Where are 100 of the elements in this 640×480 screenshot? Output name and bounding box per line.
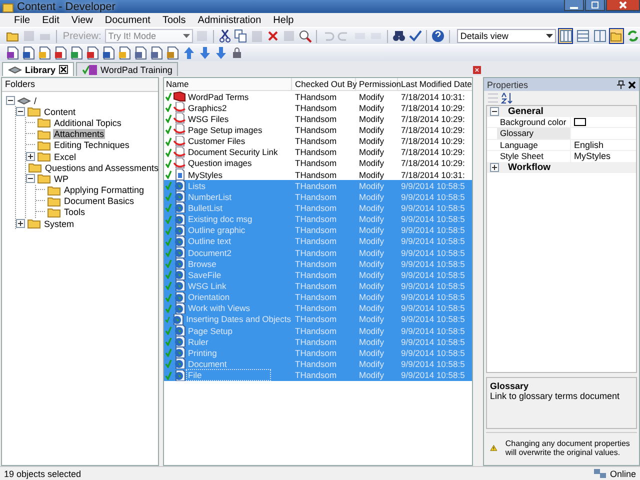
property-name[interactable]: Language [497,140,571,150]
list-row[interactable]: WordPad Terms THandsom Modify 7/18/2014 10:31: [164,91,472,102]
tab[interactable]: WordPad Training [76,62,178,76]
menu-item[interactable]: Document [98,14,156,26]
document-icon[interactable] [102,46,116,60]
document-link-icon [173,124,186,136]
binoculars-icon[interactable] [392,29,406,43]
table-cell-text: 9/9/2014 10:58:5 [400,180,466,191]
name-cell: Question images [187,158,253,168]
help-icon[interactable] [430,29,444,43]
checked-book-icon [82,64,98,76]
document-icon[interactable] [38,46,52,60]
delete-icon[interactable] [266,29,280,43]
menu-item[interactable]: File [8,14,36,26]
menu-item[interactable]: Edit [36,14,66,26]
down-arrow-icon[interactable] [214,46,228,60]
globe-page-icon [173,370,186,381]
table-cell-text: Modify [358,92,386,102]
up-arrow-icon[interactable] [182,46,196,60]
property-value[interactable]: English [574,140,604,150]
collapse-toggle[interactable] [490,106,499,116]
document-icon[interactable] [70,46,84,60]
pin-icon[interactable] [617,80,625,89]
view-toggle[interactable] [575,28,590,44]
folder-item[interactable]: Document Basics [63,196,136,206]
menu-item[interactable]: View [65,14,99,26]
folder-item[interactable]: WP [53,174,70,184]
close-tab-icon[interactable] [58,65,68,74]
table-cell-text: THandsom [294,136,338,146]
table-cell-text: THandsom [294,303,338,314]
collapse-toggle[interactable] [26,174,35,184]
copy-icon[interactable] [234,29,248,43]
list-row[interactable]: Question images THandsom Modify 7/18/2014 10:29: [164,158,472,169]
folder-item[interactable]: Questions and Assessments [44,162,160,173]
table-cell-text: 7/18/2014 10:31: [400,170,466,180]
table-cell-text: Modify [358,136,386,146]
name-cell: Document2 [187,248,232,258]
collapse-toggle[interactable] [6,96,15,106]
folder-item[interactable]: Editing Techniques [53,140,130,150]
table-cell-text: Modify [358,225,386,236]
document-icon[interactable] [166,46,180,60]
spell-check-icon[interactable] [408,29,422,43]
property-name[interactable]: Style Sheet [497,151,571,162]
table-cell-text: 7/18/2014 10:29: [400,102,466,113]
folder-item[interactable]: System [43,218,76,229]
color-swatch[interactable] [574,118,586,126]
folder-item[interactable]: Excel [53,152,78,162]
expand-toggle[interactable] [16,219,25,228]
folder-item[interactable]: Attachments [53,129,106,140]
folder-icon [27,218,41,230]
close-icon[interactable] [628,80,636,88]
menu-item[interactable]: Help [267,14,300,26]
property-name[interactable]: Background color [497,116,571,127]
folder-pane-toggle[interactable] [608,28,624,44]
property-value[interactable]: MyStyles [574,151,611,162]
menu-item[interactable]: Tools [156,14,192,26]
search-icon[interactable] [298,29,312,43]
document-icon[interactable] [22,46,36,60]
list-row[interactable]: Graphics2 THandsom Modify 7/18/2014 10:29: [164,102,472,114]
folder-item[interactable]: Content [43,106,77,117]
list-row[interactable]: WSG Files THandsom Modify 7/18/2014 10:29: [164,113,472,124]
column-header[interactable]: Permission [356,78,398,90]
tab[interactable]: Library [2,62,74,76]
globe-page-icon [173,202,186,214]
list-row[interactable]: Customer Files THandsom Modify 7/18/2014 10:29: [164,136,472,147]
sort-alphabetical-icon[interactable] [501,92,513,104]
restore-button[interactable] [585,0,605,11]
expand-toggle[interactable] [26,152,35,162]
expand-toggle[interactable] [490,163,499,172]
view-dropdown[interactable]: Details view [457,29,556,43]
view-toggle[interactable] [558,28,574,44]
column-header[interactable]: Name [164,78,292,90]
close-button[interactable] [606,0,640,11]
collapse-toggle[interactable] [16,107,25,116]
document-icon[interactable] [118,46,132,60]
down-arrow-icon[interactable] [198,46,212,60]
column-header[interactable]: Checked Out By [292,78,356,90]
list-row[interactable]: Page Setup images THandsom Modify 7/18/2014 10:29: [164,124,472,136]
table-cell-text: Modify [358,292,386,302]
table-cell-text: Modify [358,102,386,113]
property-name[interactable]: Glossary [497,128,571,138]
list-row[interactable]: Document Security Link THandsom Modify 7/18/2014 10:29: [164,146,472,158]
document-icon[interactable] [150,46,164,60]
mode-dropdown[interactable]: Try It! Mode [105,29,193,43]
table-cell-text: 9/9/2014 10:58:5 [400,192,466,202]
view-toggle[interactable] [592,28,607,44]
document-icon[interactable] [86,46,100,60]
folder-item[interactable]: Tools [63,207,86,218]
menu-item[interactable]: Administration [192,14,268,26]
document-icon[interactable] [134,46,148,60]
minimize-button[interactable] [564,0,584,11]
folder-item[interactable]: / [33,96,38,106]
cut-icon[interactable] [218,29,232,43]
table-cell-text: Modify [358,124,386,135]
document-icon[interactable] [54,46,68,60]
lock-icon[interactable] [230,46,244,60]
document-icon[interactable] [6,46,20,60]
folder-item[interactable]: Additional Topics [53,118,122,128]
folder-item[interactable]: Applying Formatting [63,185,146,196]
table-cell-text: Modify [358,314,386,324]
